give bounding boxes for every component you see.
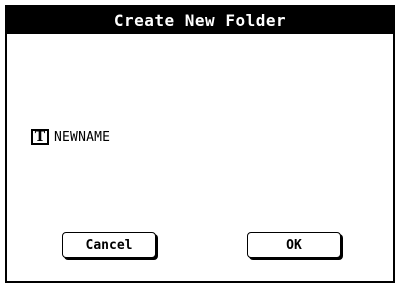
cancel-button[interactable]: Cancel [62,232,156,258]
text-edit-icon-glyph: T [34,129,46,145]
text-edit-icon[interactable]: T [31,129,49,145]
cancel-button-label: Cancel [85,237,133,253]
folder-name-row: T NEWNAME [31,129,110,145]
dialog-title-bar: Create New Folder [7,7,393,34]
ok-button[interactable]: OK [247,232,341,258]
dialog-title: Create New Folder [113,11,287,30]
folder-name-value: NEWNAME [54,129,111,145]
ok-button-label: OK [286,237,302,253]
create-folder-dialog: Create New Folder T NEWNAME Cancel OK [5,5,395,283]
